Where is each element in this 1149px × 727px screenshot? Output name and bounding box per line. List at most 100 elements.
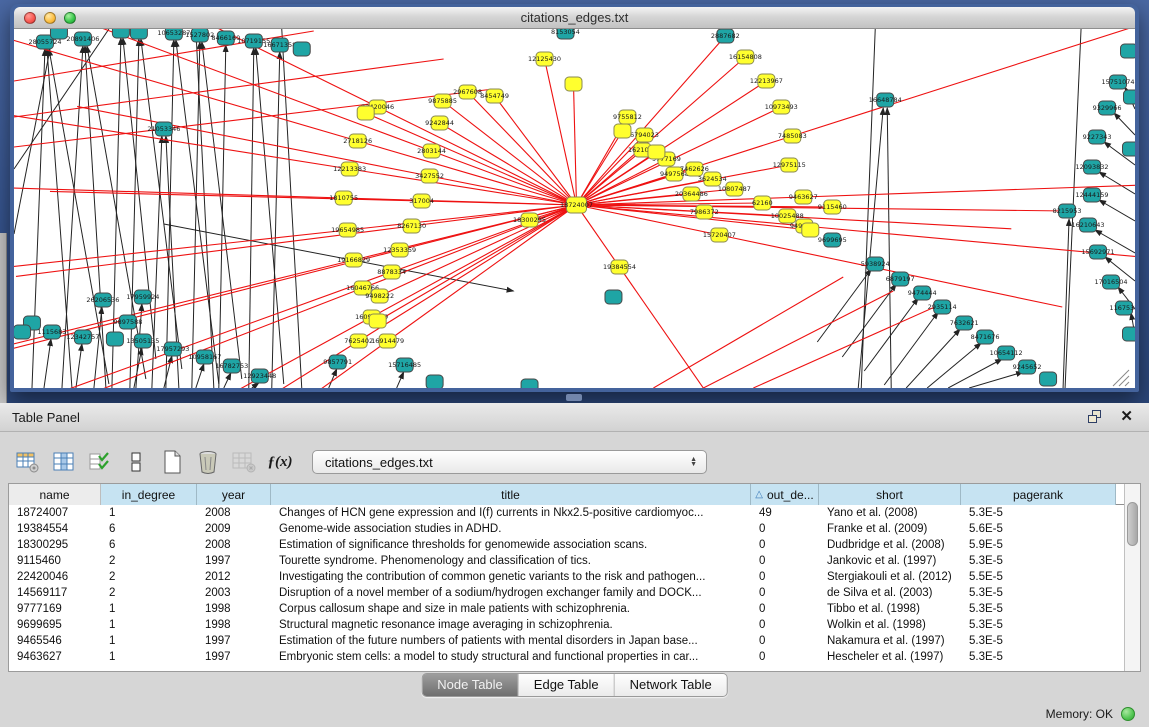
tab-network-table[interactable]: Network Table: [615, 674, 727, 696]
network-canvas[interactable]: 2805572420891406106532871527802846616010…: [14, 29, 1135, 388]
table-cell: 5.3E-5: [961, 635, 1116, 647]
graph-node-selected[interactable]: [357, 106, 374, 120]
table-settings-button[interactable]: [12, 447, 44, 477]
table-row[interactable]: 1830029562008Estimation of significance …: [9, 537, 1124, 553]
graph-edge: [176, 40, 219, 384]
node-label: 13505135: [126, 337, 159, 345]
selected-edge: [432, 151, 577, 205]
column-header-out_de[interactable]: △out_de...: [751, 484, 819, 505]
tab-node-table[interactable]: Node Table: [422, 674, 519, 696]
tab-edge-table[interactable]: Edge Table: [519, 674, 615, 696]
node-label: 3624534: [698, 175, 727, 183]
table-row[interactable]: 946554611997Estimation of the future num…: [9, 633, 1124, 649]
graph-node[interactable]: [1121, 44, 1135, 58]
table-row[interactable]: 1872400712008Changes of HCN gene express…: [9, 505, 1124, 521]
table-cell: 2009: [197, 523, 271, 535]
function-builder-button[interactable]: ƒ(x): [264, 447, 296, 477]
column-header-pagerank[interactable]: pagerank: [961, 484, 1116, 505]
create-table-button[interactable]: [156, 447, 188, 477]
delete-table-button[interactable]: [228, 447, 260, 477]
table-row[interactable]: 1456911722003Disruption of a novel membe…: [9, 585, 1124, 601]
graph-node[interactable]: [106, 332, 123, 346]
select-rows-button[interactable]: [84, 447, 116, 477]
selected-edge: [574, 84, 577, 205]
table-cell: 1: [101, 507, 197, 519]
graph-node[interactable]: [1040, 372, 1057, 386]
table-cell: 1: [101, 651, 197, 663]
graph-node-selected[interactable]: [614, 124, 631, 138]
selected-edge: [719, 235, 1062, 307]
graph-node[interactable]: [130, 29, 147, 39]
table-cell: Tourette syndrome. Phenomenology and cla…: [271, 555, 751, 567]
scrollbar-thumb[interactable]: [1127, 502, 1138, 546]
table-cell: Nakamura et al. (1997): [819, 635, 961, 647]
table-cell: Disruption of a novel member of a sodium…: [271, 587, 751, 599]
graph-edge: [94, 307, 102, 388]
graph-node-selected[interactable]: [802, 223, 819, 237]
node-label: 1115683: [38, 328, 67, 336]
graph-node[interactable]: [605, 290, 622, 304]
table-row[interactable]: 911546021997Tourette syndrome. Phenomeno…: [9, 553, 1124, 569]
float-panel-icon[interactable]: [1088, 410, 1104, 424]
minimize-window-icon[interactable]: [44, 12, 56, 24]
node-label: 12125430: [528, 55, 561, 63]
table-cell: 0: [751, 539, 819, 551]
resize-grip-icon[interactable]: [1119, 376, 1129, 386]
graph-node-selected[interactable]: [565, 77, 582, 91]
table-cell: 1997: [197, 651, 271, 663]
column-header-name[interactable]: name: [9, 484, 101, 505]
node-label: 8153054: [551, 29, 580, 36]
graph-edge: [76, 344, 82, 388]
node-label: 7462626: [680, 165, 709, 173]
graph-node[interactable]: [50, 29, 67, 39]
graph-edge: [397, 372, 404, 388]
delete-table-icon: [232, 451, 256, 473]
graph-node[interactable]: [293, 42, 310, 56]
graph-node[interactable]: [1123, 142, 1135, 156]
node-label: 12353359: [383, 246, 416, 254]
table-chooser-dropdown[interactable]: citations_edges.txt ▲▼: [312, 450, 707, 474]
close-panel-icon[interactable]: ✕: [1120, 410, 1133, 424]
window-titlebar[interactable]: citations_edges.txt: [14, 7, 1135, 29]
table-cell: Corpus callosum shape and size in male p…: [271, 603, 751, 615]
table-cell: 6: [101, 539, 197, 551]
show-columns-button[interactable]: [48, 447, 80, 477]
table-chooser-value: citations_edges.txt: [325, 455, 690, 470]
column-header-year[interactable]: year: [197, 484, 271, 505]
table-row[interactable]: 969969511998Structural magnetic resonanc…: [9, 617, 1124, 633]
table-cell: 2012: [197, 571, 271, 583]
selected-edge: [430, 176, 577, 205]
table-row[interactable]: 1938455462009Genome-wide association stu…: [9, 521, 1124, 537]
graph-edge: [196, 364, 204, 388]
graph-node[interactable]: [1123, 327, 1135, 341]
table-row[interactable]: 2242004622012Investigating the contribut…: [9, 569, 1124, 585]
node-label: 3427552: [415, 172, 444, 180]
resize-grip-icon[interactable]: [1125, 382, 1129, 386]
graph-node[interactable]: [426, 375, 443, 388]
split-pane-handle[interactable]: [566, 394, 582, 401]
column-header-title[interactable]: title: [271, 484, 751, 505]
citation-graph[interactable]: 2805572420891406106532871527802846616010…: [14, 29, 1135, 388]
close-window-icon[interactable]: [24, 12, 36, 24]
column-header-in_degree[interactable]: in_degree: [101, 484, 197, 505]
node-label: 2803144: [417, 147, 446, 155]
graph-node[interactable]: [14, 325, 30, 339]
zoom-window-icon[interactable]: [64, 12, 76, 24]
delete-rows-button[interactable]: [192, 447, 224, 477]
graph-node-selected[interactable]: [648, 145, 665, 159]
node-label: 9755812: [613, 113, 642, 121]
table-cell: 2: [101, 587, 197, 599]
graph-node[interactable]: [521, 379, 538, 388]
table-cell: 9115460: [9, 555, 101, 567]
row-height-button[interactable]: [120, 447, 152, 477]
node-label: 9857791: [323, 358, 352, 366]
table-row[interactable]: 946362711997Embryonic stem cells: a mode…: [9, 649, 1124, 665]
node-label: 7632621: [950, 319, 979, 327]
vertical-scrollbar[interactable]: [1124, 484, 1140, 671]
column-header-short[interactable]: short: [819, 484, 961, 505]
node-label: 8215953: [1053, 207, 1082, 215]
graph-node[interactable]: [1124, 90, 1135, 104]
graph-node[interactable]: [112, 29, 129, 38]
table-row[interactable]: 977716911998Corpus callosum shape and si…: [9, 601, 1124, 617]
graph-node-selected[interactable]: [369, 314, 386, 328]
